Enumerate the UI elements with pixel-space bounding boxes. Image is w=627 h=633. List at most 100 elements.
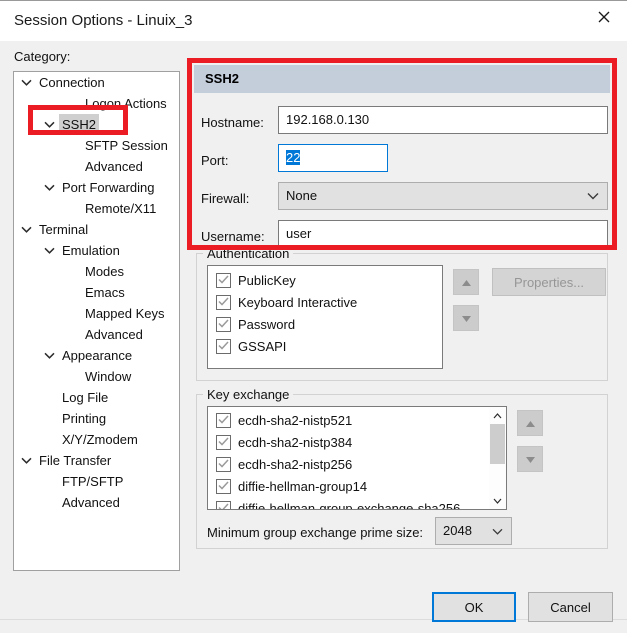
list-item-label: ecdh-sha2-nistp384 [238,435,353,450]
tree-item-label: Advanced [62,495,120,510]
session-options-dialog: Session Options - Linuix_3 Category: Con… [0,0,627,633]
ssh2-settings-panel: SSH2 Hostname: 192.168.0.130 Port: 22 Fi… [190,61,614,551]
authentication-list-item[interactable]: Keyboard Interactive [208,292,442,314]
chevron-down-icon[interactable] [42,177,56,198]
authentication-group-title: Authentication [203,246,294,261]
firewall-select[interactable]: None [278,182,608,210]
port-input[interactable]: 22 [278,144,388,172]
key-exchange-scrollbar[interactable] [489,407,506,509]
chevron-down-icon[interactable] [19,219,33,240]
ssh2-section-header: SSH2 [194,65,610,93]
tree-item-emacs[interactable]: Emacs [14,282,179,303]
tree-item-remote-x11[interactable]: Remote/X11 [14,198,179,219]
username-input[interactable]: user [278,220,608,248]
tree-item-label: Remote/X11 [85,201,157,216]
checkbox[interactable] [216,317,231,332]
ok-button[interactable]: OK [432,592,516,622]
tree-item-advanced[interactable]: Advanced [14,156,179,177]
arrow-down-icon [525,452,536,467]
cancel-button[interactable]: Cancel [528,592,613,622]
tree-item-label: SFTP Session [85,138,168,153]
tree-item-file-transfer[interactable]: File Transfer [14,450,179,471]
auth-properties-button[interactable]: Properties... [492,268,606,296]
authentication-methods-list[interactable]: PublicKey Keyboard Interactive Password GSS… [207,265,443,369]
list-item-label: ecdh-sha2-nistp521 [238,413,353,428]
auth-move-up-button[interactable] [453,269,479,295]
key-exchange-list-item[interactable]: diffie-hellman-group-exchange-sha256 [208,498,506,509]
authentication-list-item[interactable]: PublicKey [208,270,442,292]
tree-item-connection[interactable]: Connection [14,72,179,93]
key-exchange-list-item[interactable]: ecdh-sha2-nistp256 [208,454,506,476]
tree-item-label: SSH2 [59,114,99,135]
tree-item-label: Terminal [39,222,89,237]
list-item-label: Password [238,317,296,332]
checkbox[interactable] [216,339,231,354]
key-exchange-list-item[interactable]: ecdh-sha2-nistp384 [208,432,506,454]
tree-item-appearance[interactable]: Appearance [14,345,179,366]
tree-item-printing[interactable]: Printing [14,408,179,429]
tree-item-label: Advanced [85,159,143,174]
category-tree[interactable]: Connection Logon Actions SSH2 SFTP Session A… [13,71,180,571]
tree-item-ssh2[interactable]: SSH2 [14,114,179,135]
tree-item-label: Window [85,369,132,384]
tree-item-x-y-zmodem[interactable]: X/Y/Zmodem [14,429,179,450]
checkbox[interactable] [216,479,231,494]
username-label: Username: [201,229,265,244]
kex-move-up-button[interactable] [517,410,543,436]
checkbox[interactable] [216,501,231,509]
window-title: Session Options - Linuix_3 [14,12,193,29]
list-item-label: GSSAPI [238,339,287,354]
chevron-down-icon[interactable] [42,114,56,135]
tree-item-window[interactable]: Window [14,366,179,387]
authentication-list-item[interactable]: Password [208,314,442,336]
prime-size-label: Minimum group exchange prime size: [207,525,424,540]
prime-size-select[interactable]: 2048 [435,517,512,545]
tree-item-label: Emacs [85,285,125,300]
tree-item-advanced[interactable]: Advanced [14,492,179,513]
checkbox[interactable] [216,435,231,450]
hostname-input[interactable]: 192.168.0.130 [278,106,608,134]
key-exchange-list-item[interactable]: ecdh-sha2-nistp521 [208,410,506,432]
tree-item-label: Modes [85,264,125,279]
tree-item-emulation[interactable]: Emulation [14,240,179,261]
authentication-list-item[interactable]: GSSAPI [208,336,442,358]
scrollbar-thumb[interactable] [490,424,505,464]
key-exchange-list-item[interactable]: diffie-hellman-group14 [208,476,506,498]
arrow-up-icon [461,275,472,290]
tree-item-terminal[interactable]: Terminal [14,219,179,240]
tree-item-advanced[interactable]: Advanced [14,324,179,345]
kex-move-down-button[interactable] [517,446,543,472]
tree-item-sftp-session[interactable]: SFTP Session [14,135,179,156]
chevron-down-icon [587,183,599,209]
tree-item-label: Log File [62,390,109,405]
tree-item-label: Port Forwarding [62,180,155,195]
checkbox[interactable] [216,413,231,428]
tree-item-ftp-sftp[interactable]: FTP/SFTP [14,471,179,492]
scroll-down-icon[interactable] [489,492,506,509]
tree-item-log-file[interactable]: Log File [14,387,179,408]
hostname-label: Hostname: [201,115,264,130]
key-exchange-list[interactable]: ecdh-sha2-nistp521 ecdh-sha2-nistp384 ecdh… [207,406,507,510]
port-label: Port: [201,153,229,168]
scroll-up-icon[interactable] [489,407,506,424]
arrow-up-icon [525,416,536,431]
tree-item-port-forwarding[interactable]: Port Forwarding [14,177,179,198]
tree-item-logon-actions[interactable]: Logon Actions [14,93,179,114]
checkbox[interactable] [216,295,231,310]
checkbox[interactable] [216,457,231,472]
chevron-down-icon[interactable] [19,450,33,471]
tree-item-label: Connection [39,75,105,90]
tree-item-label: Appearance [62,348,133,363]
key-exchange-group-title: Key exchange [203,387,294,402]
auth-move-down-button[interactable] [453,305,479,331]
firewall-label: Firewall: [201,191,250,206]
chevron-down-icon[interactable] [42,240,56,261]
chevron-down-icon[interactable] [19,72,33,93]
chevron-down-icon[interactable] [42,345,56,366]
close-button[interactable] [581,1,627,33]
tree-item-mapped-keys[interactable]: Mapped Keys [14,303,179,324]
tree-item-label: Logon Actions [85,96,167,111]
tree-item-modes[interactable]: Modes [14,261,179,282]
list-item-label: ecdh-sha2-nistp256 [238,457,353,472]
checkbox[interactable] [216,273,231,288]
